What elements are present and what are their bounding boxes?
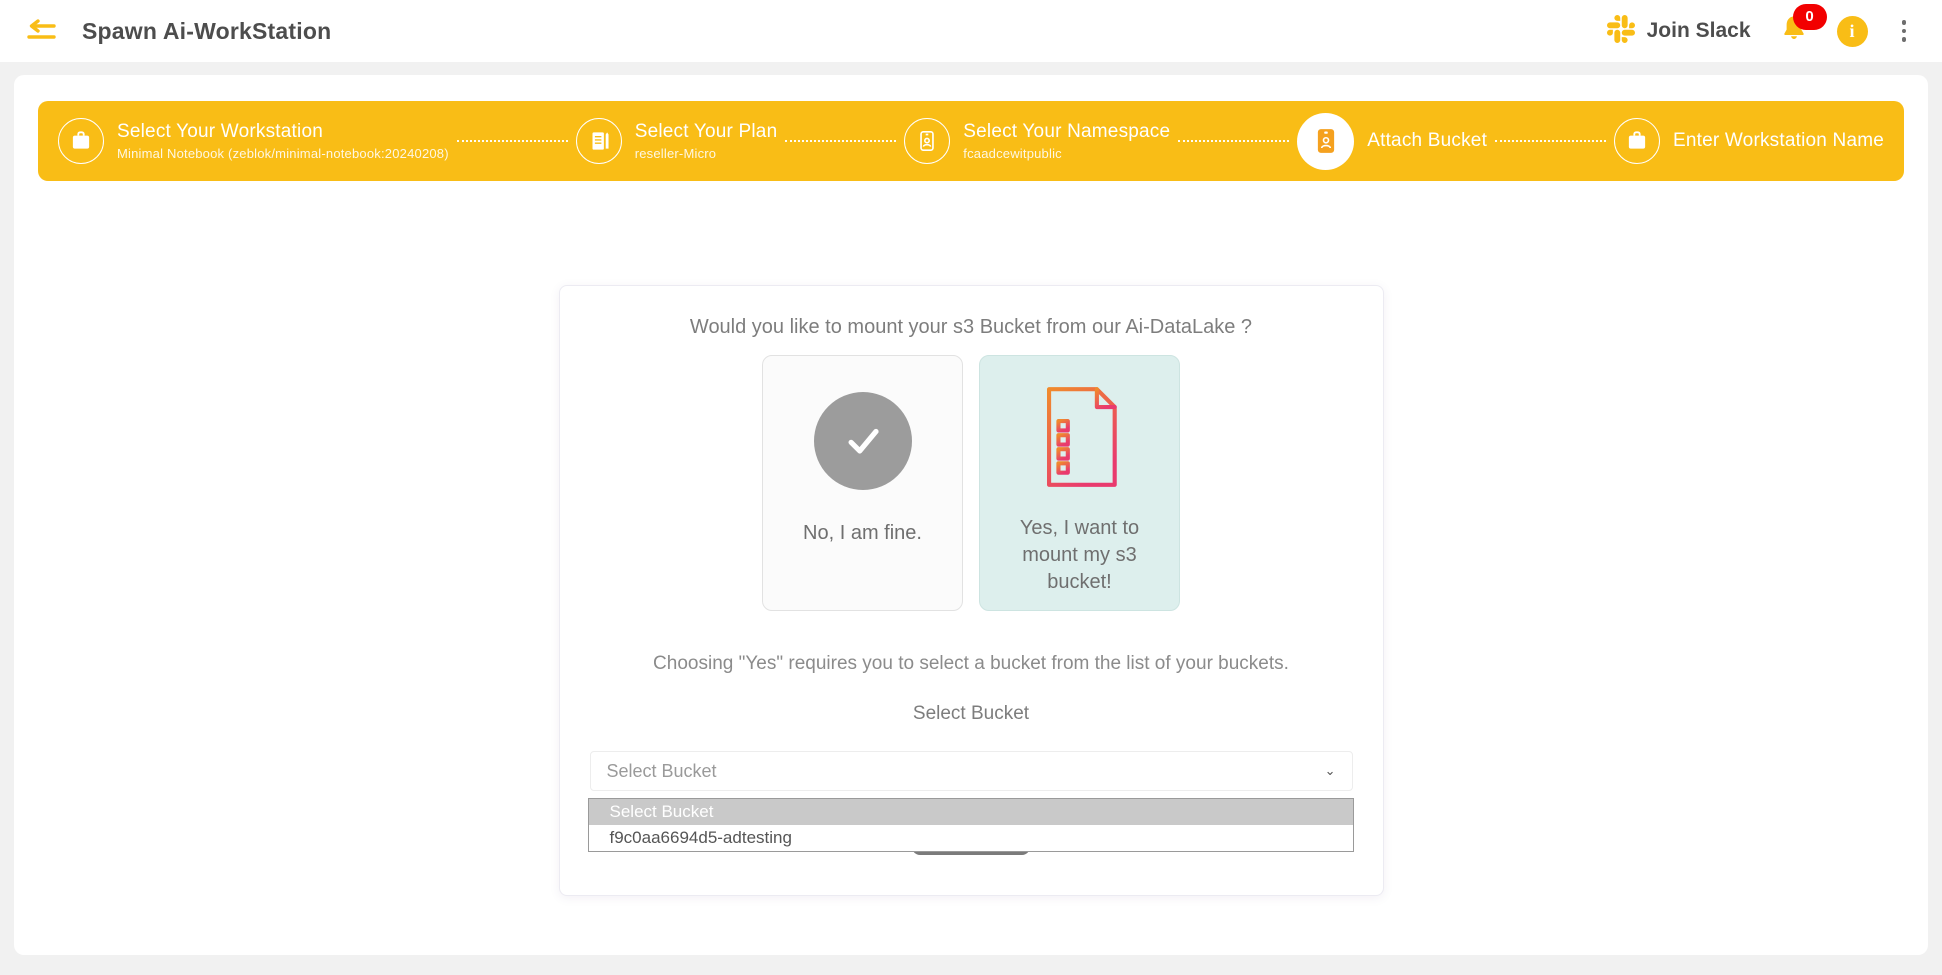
choose-yes-note: Choosing "Yes" requires you to select a … — [590, 653, 1353, 675]
option-no-card[interactable]: No, I am fine. — [762, 355, 963, 611]
option-no-label: No, I am fine. — [803, 520, 922, 547]
step-sublabel: reseller-Micro — [635, 146, 778, 161]
dropdown-option[interactable]: Select Bucket — [589, 799, 1353, 825]
bucket-select-value: Select Bucket — [607, 761, 717, 782]
main-container: Select Your Workstation Minimal Notebook… — [14, 75, 1928, 955]
page-title: Spawn Ai-WorkStation — [82, 18, 331, 45]
briefcase-icon — [1614, 118, 1660, 164]
dropdown-option[interactable]: f9c0aa6694d5-adtesting — [589, 825, 1353, 851]
notification-count-badge: 0 — [1793, 4, 1827, 30]
briefcase-icon — [58, 118, 104, 164]
bucket-dropdown-list: Select Bucket f9c0aa6694d5-adtesting — [588, 798, 1354, 852]
mount-question: Would you like to mount your s3 Bucket f… — [590, 316, 1353, 339]
step-label: Select Your Namespace — [963, 121, 1170, 143]
select-bucket-label: Select Bucket — [590, 703, 1353, 725]
attach-bucket-panel: Would you like to mount your s3 Bucket f… — [559, 285, 1384, 896]
bell-icon — [1779, 31, 1809, 48]
step-connector — [1495, 140, 1606, 142]
step-label: Attach Bucket — [1367, 130, 1487, 152]
id-badge-icon — [1297, 113, 1354, 170]
option-yes-label: Yes, I want to mount my s3 bucket! — [994, 515, 1165, 596]
notifications-button[interactable]: 0 — [1779, 14, 1809, 49]
step-connector — [457, 140, 568, 142]
step-label: Enter Workstation Name — [1673, 130, 1884, 152]
check-circle-icon — [814, 392, 912, 490]
notepad-icon — [576, 118, 622, 164]
info-icon[interactable]: i — [1837, 16, 1868, 47]
step-select-namespace[interactable]: Select Your Namespace fcaadcewitpublic — [904, 118, 1170, 164]
chevron-down-icon: ⌄ — [1325, 763, 1336, 779]
step-sublabel: fcaadcewitpublic — [963, 146, 1170, 161]
top-bar: Spawn Ai-WorkStation Join Slack 0 i — [0, 0, 1942, 62]
bucket-select-area: Select Bucket ⌄ Select Bucket f9c0aa6694… — [590, 751, 1353, 855]
id-badge-icon — [904, 118, 950, 164]
bucket-select[interactable]: Select Bucket ⌄ — [590, 751, 1353, 791]
step-select-plan[interactable]: Select Your Plan reseller-Micro — [576, 118, 778, 164]
step-connector — [1178, 140, 1289, 142]
step-label: Select Your Plan — [635, 121, 778, 143]
step-attach-bucket[interactable]: Attach Bucket — [1297, 113, 1487, 170]
slack-icon — [1607, 15, 1635, 48]
step-select-workstation[interactable]: Select Your Workstation Minimal Notebook… — [58, 118, 449, 164]
checklist-document-icon — [1035, 382, 1125, 497]
join-slack-label: Join Slack — [1647, 19, 1751, 43]
step-label: Select Your Workstation — [117, 121, 449, 143]
mount-options: No, I am fine. — [590, 355, 1353, 611]
step-sublabel: Minimal Notebook (zeblok/minimal-noteboo… — [117, 146, 449, 161]
wizard-stepper: Select Your Workstation Minimal Notebook… — [38, 101, 1904, 181]
step-connector — [785, 140, 896, 142]
join-slack-button[interactable]: Join Slack — [1607, 15, 1751, 48]
sidebar-collapse-icon[interactable] — [22, 15, 60, 47]
step-enter-workstation-name[interactable]: Enter Workstation Name — [1614, 118, 1884, 164]
option-yes-card[interactable]: Yes, I want to mount my s3 bucket! — [979, 355, 1180, 611]
overflow-menu-icon[interactable] — [1896, 16, 1913, 46]
